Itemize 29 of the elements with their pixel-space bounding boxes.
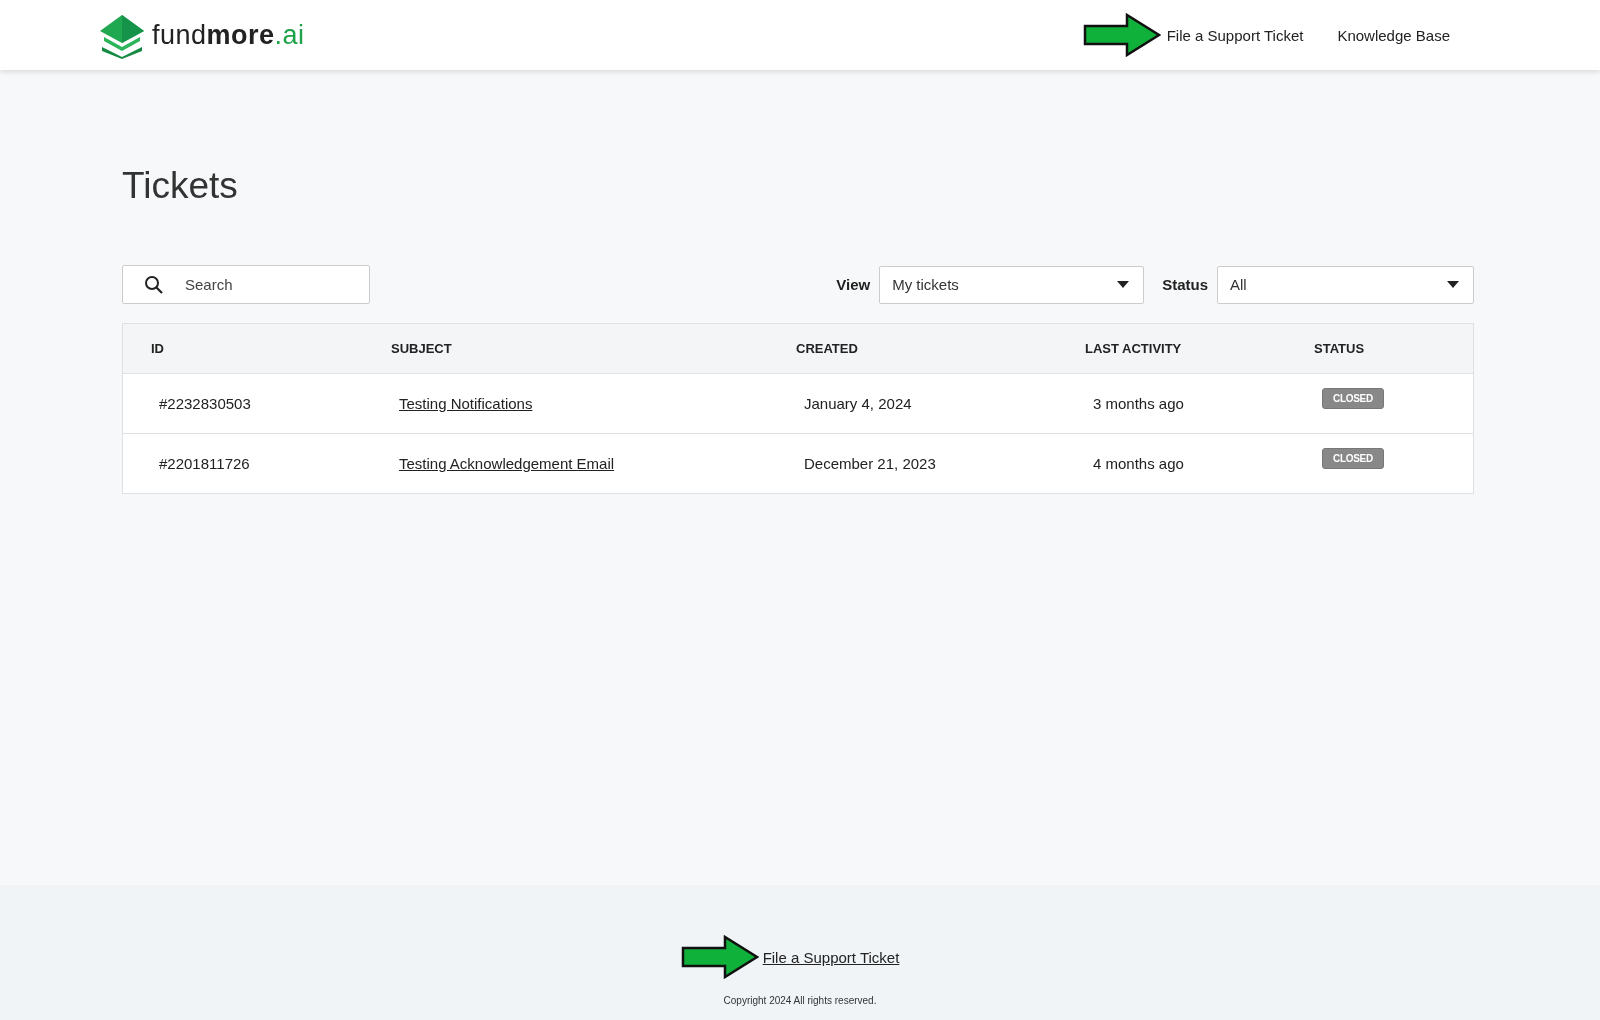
footer-link[interactable]: File a Support Ticket: [762, 948, 900, 966]
copyright-text: Copyright 2024 All rights reserved.: [723, 995, 877, 1006]
ticket-subject-link[interactable]: Testing Acknowledgement Email: [399, 455, 615, 472]
filter-label: Status: [1162, 276, 1208, 293]
logo-text[interactable]: fundmore.ai: [152, 19, 305, 51]
last-activity: 3 months ago: [1093, 395, 1184, 412]
created-date: December 21, 2023: [804, 455, 936, 472]
column-header: ID: [151, 341, 164, 356]
filter-label: View: [836, 276, 871, 293]
search-icon: [144, 275, 164, 295]
column-header: STATUS: [1314, 341, 1365, 356]
column-header: SUBJECT: [391, 341, 452, 356]
nav-link[interactable]: Knowledge Base: [1337, 26, 1450, 44]
column-header: CREATED: [796, 341, 858, 356]
filter-dropdown[interactable]: My tickets: [879, 265, 1145, 304]
last-activity: 4 months ago: [1093, 455, 1184, 472]
search-field[interactable]: Search: [122, 265, 370, 304]
filter-dropdown[interactable]: All: [1217, 265, 1474, 304]
status-badge: CLOSED: [1322, 388, 1384, 409]
status-badge: CLOSED: [1322, 448, 1384, 469]
ticket-id: #2201811726: [159, 455, 250, 472]
page-title: Tickets: [122, 165, 239, 207]
nav-link[interactable]: File a Support Ticket: [1166, 26, 1304, 44]
ticket-subject-link[interactable]: Testing Notifications: [399, 395, 533, 412]
caret-icon: [1447, 281, 1459, 288]
caret-icon: [1117, 281, 1130, 288]
column-header: LAST ACTIVITY: [1085, 341, 1182, 356]
ticket-id: #2232830503: [159, 395, 251, 412]
created-date: January 4, 2024: [804, 395, 912, 412]
